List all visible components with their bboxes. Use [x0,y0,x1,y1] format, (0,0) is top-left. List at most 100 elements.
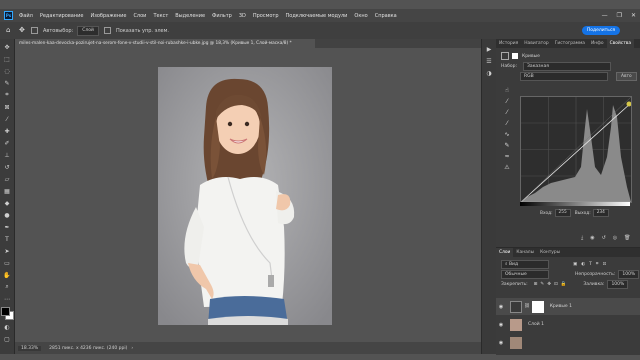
fill-input[interactable]: 100% [607,279,629,289]
menu-item[interactable]: Окно [354,13,367,19]
layer-name[interactable]: Слой 1 [528,322,544,327]
blur-tool-icon[interactable]: ◆ [3,199,11,207]
opacity-input[interactable]: 100% [618,269,640,279]
black-point-eyedropper-icon[interactable]: ⁄ [500,98,514,109]
color-swatches[interactable] [1,307,14,320]
smooth-curve-icon[interactable]: ≈ [500,153,514,164]
status-arrow-icon[interactable]: › [131,346,133,351]
layer-thumbnail [510,318,522,331]
menu-item[interactable]: Слои [133,13,146,19]
zoom-tool-icon[interactable]: ⌕ [3,283,11,291]
path-select-icon[interactable]: ➤ [3,247,11,255]
menu-item[interactable]: Файл [19,13,33,19]
more-tools-icon[interactable]: ⋯ [3,295,11,303]
layer-mask-thumb[interactable] [531,300,544,313]
screen-mode-icon[interactable]: ▢ [3,335,11,343]
tab-info[interactable]: Инфо [588,39,607,48]
marquee-tool-icon[interactable]: ⬚ [3,55,11,63]
chain-icon[interactable]: ⛓ [524,304,530,309]
history-panel-icon[interactable]: ▶ [485,45,493,53]
shape-tool-icon[interactable]: ▭ [3,259,11,267]
pencil-curve-icon[interactable]: ✎ [500,142,514,153]
type-tool-icon[interactable]: T [3,235,11,243]
pen-tool-icon[interactable]: ✒ [3,223,11,231]
output-value[interactable]: 234 [592,209,609,217]
delete-adjustment-icon[interactable]: 🗑 [624,235,630,241]
move-tool-icon[interactable]: ✥ [19,27,26,34]
layer-row[interactable]: ◉ [496,334,640,351]
tab-layers[interactable]: Слои [496,248,514,257]
curve-control-point[interactable] [626,101,632,107]
layer-filter-dropdown[interactable]: ⌕ Вид [501,259,549,269]
channel-dropdown[interactable]: RGB [520,71,608,81]
eraser-tool-icon[interactable]: ▱ [3,175,11,183]
layer-row[interactable]: ◉ Слой 1 [496,316,640,333]
zoom-level[interactable]: 18.33% [18,345,42,351]
tab-channels[interactable]: Каналы [513,248,537,257]
eyedropper-tool-icon[interactable]: ⁄ [3,115,11,123]
menu-item[interactable]: Просмотр [253,13,279,19]
home-icon[interactable]: ⌂ [6,27,13,34]
tab-histogram[interactable]: Гистограмма [552,39,588,48]
curves-graph[interactable] [520,96,632,203]
properties-panel-icon[interactable]: ☰ [485,57,493,65]
visibility-eye-icon[interactable]: ◉ [496,304,506,310]
layer-row[interactable]: ◉ ⛓ Кривые 1 [496,298,640,315]
move-tool-icon[interactable]: ✥ [3,43,11,51]
menu-item[interactable]: Выделение [175,13,205,19]
white-point-eyedropper-icon[interactable]: ⁄ [500,120,514,131]
lock-icons[interactable]: ⊞✎✥⊡🔒 [534,282,570,287]
share-button[interactable]: Поделиться [582,26,620,35]
autoselect-checkbox[interactable] [31,27,38,34]
close-button[interactable]: ✕ [631,12,636,19]
brush-tool-icon[interactable]: ✐ [3,139,11,147]
visibility-icon[interactable]: ◎ [613,235,617,241]
menu-item[interactable]: Справка [375,13,397,19]
menu-item[interactable]: Текст [153,13,168,19]
menu-item[interactable]: Фильтр [212,13,232,19]
gradient-tool-icon[interactable]: ▦ [3,187,11,195]
crop-tool-icon[interactable]: ⌗ [3,91,11,99]
stamp-tool-icon[interactable]: ⊥ [3,151,11,159]
photo-canvas[interactable] [158,67,332,325]
gray-point-eyedropper-icon[interactable]: ⁄ [500,109,514,120]
filter-icons[interactable]: ▣◐T⌗⊡ [573,261,610,267]
menu-item[interactable]: Редактирование [40,13,84,19]
view-previous-icon[interactable]: ◉ [590,235,594,241]
preset-dropdown[interactable]: Заказная [523,61,612,71]
tab-properties[interactable]: Свойства [606,39,635,48]
autoselect-dropdown[interactable]: Слой [77,25,99,36]
maximize-button[interactable]: ❐ [617,12,622,19]
healing-brush-icon[interactable]: ✚ [3,127,11,135]
blend-mode-dropdown[interactable]: Обычные [501,269,549,279]
layer-mask-icon[interactable] [512,53,518,59]
menu-item[interactable]: Изображение [90,13,126,19]
layer-name[interactable]: Кривые 1 [550,304,572,309]
tab-history[interactable]: История [496,39,521,48]
quick-select-tool-icon[interactable]: ✎ [3,79,11,87]
visibility-eye-icon[interactable]: ◉ [496,340,506,346]
transform-controls-checkbox[interactable] [103,27,111,34]
quick-mask-icon[interactable]: ◐ [3,323,11,331]
input-value[interactable]: 255 [554,209,571,217]
canvas-area[interactable] [15,48,481,342]
document-tab[interactable]: miles-malen-kaa-devocka-pozirujet-na-ser… [15,39,315,48]
hand-tool-icon[interactable]: ✋ [3,271,11,279]
target-adjust-icon[interactable]: ☝ [500,87,514,98]
clip-to-layer-icon[interactable]: ⤓ [581,235,583,241]
visibility-eye-icon[interactable]: ◉ [496,322,506,328]
history-brush-icon[interactable]: ↺ [3,163,11,171]
auto-button[interactable]: Авто [616,71,637,81]
tab-paths[interactable]: Контуры [537,248,563,257]
curve-edit-icon[interactable]: ∿ [500,131,514,142]
dodge-tool-icon[interactable]: ● [3,211,11,219]
reset-icon[interactable]: ↺ [602,235,606,241]
menu-item[interactable]: 3D [239,13,246,19]
tab-navigator[interactable]: Навигатор [521,39,551,48]
menu-item[interactable]: Подключаемые модули [286,13,348,19]
adjustments-panel-icon[interactable]: ◑ [485,69,493,77]
lasso-tool-icon[interactable]: ◌ [3,67,11,75]
clipping-warning-icon[interactable]: ⚠ [500,164,514,175]
minimize-button[interactable]: — [602,12,608,19]
frame-tool-icon[interactable]: ⊠ [3,103,11,111]
